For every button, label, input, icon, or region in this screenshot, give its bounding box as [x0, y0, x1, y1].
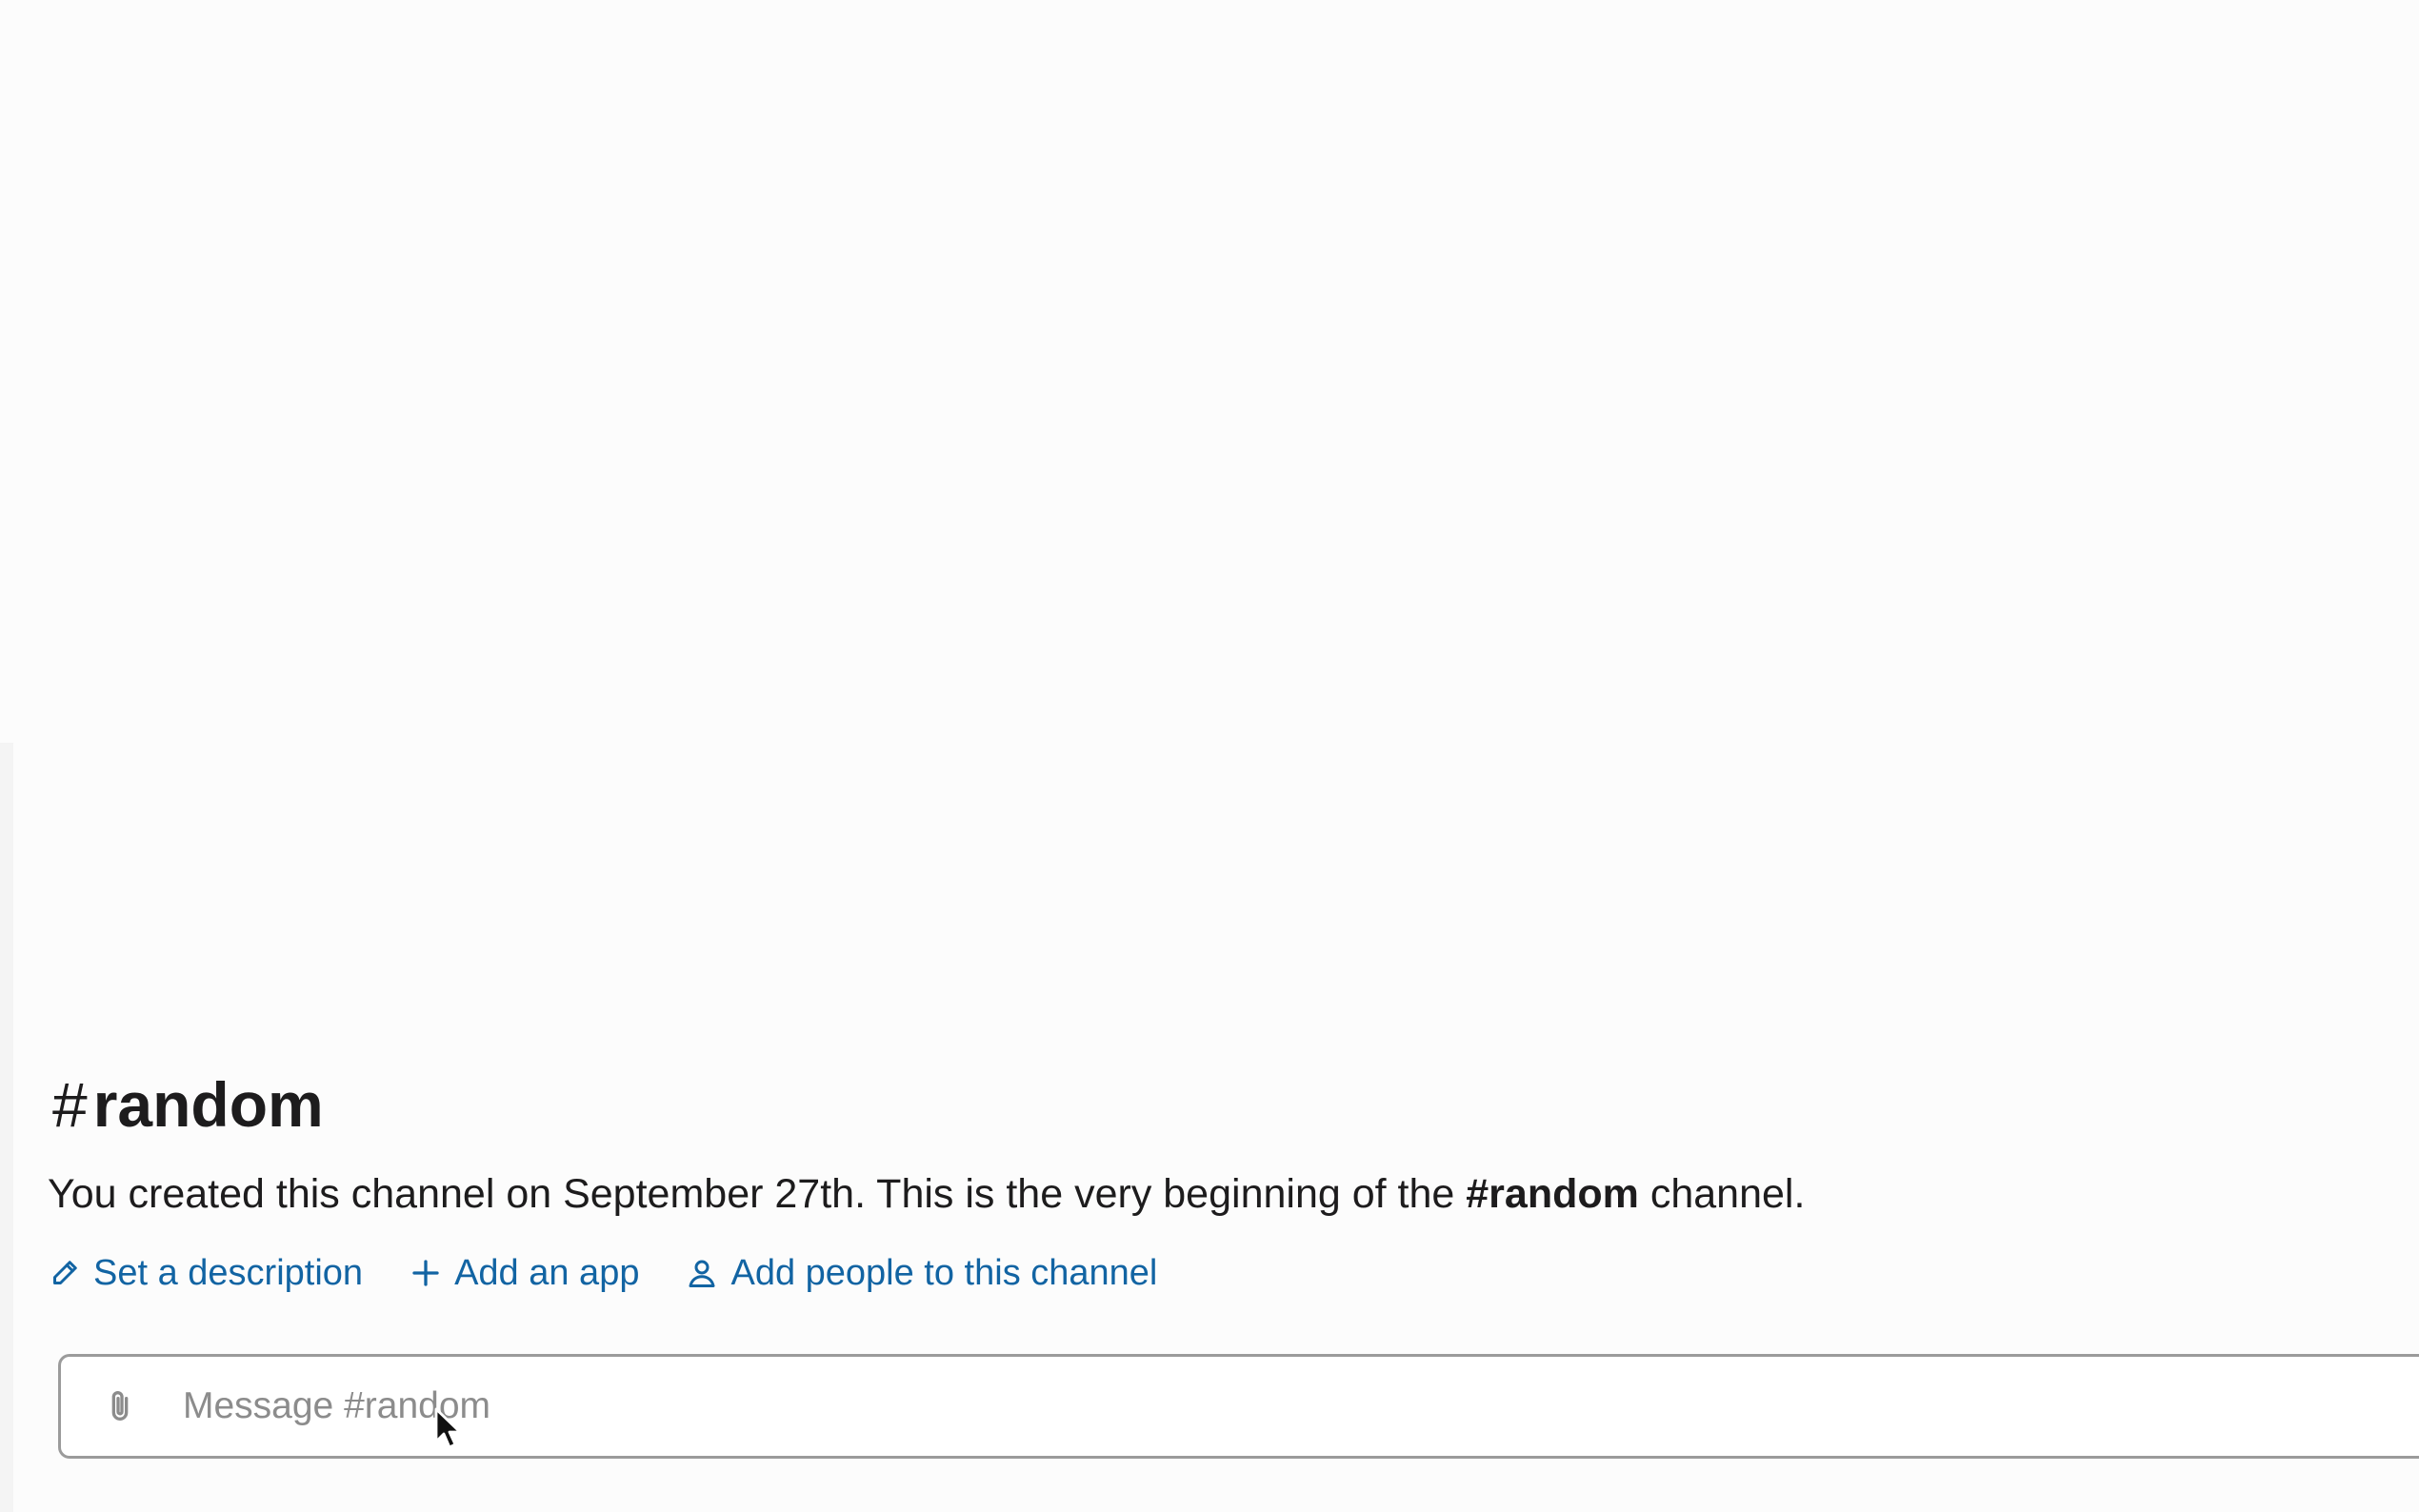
channel-intro-text: You created this channel on September 27… — [48, 1165, 2371, 1223]
attach-button[interactable] — [97, 1383, 143, 1429]
person-icon — [689, 1260, 715, 1287]
message-input[interactable] — [183, 1378, 2088, 1435]
paperclip-icon — [111, 1391, 129, 1421]
left-panel-edge — [0, 743, 13, 1512]
intro-text-start: You created this channel on September 27… — [48, 1171, 1467, 1217]
pencil-icon — [53, 1261, 77, 1284]
channel-view: # random You created this channel on Sep… — [0, 0, 2419, 1512]
add-people-link[interactable]: Add people to this channel — [685, 1249, 1157, 1297]
set-description-link[interactable]: Set a description — [48, 1249, 363, 1297]
channel-hash-symbol: # — [52, 1069, 88, 1140]
channel-intro: # random You created this channel on Sep… — [48, 1064, 2371, 1297]
add-app-link[interactable]: Add an app — [409, 1249, 639, 1297]
add-people-label: Add people to this channel — [730, 1253, 1158, 1293]
channel-name: random — [92, 1069, 324, 1140]
intro-channel-reference: #random — [1466, 1171, 1639, 1217]
add-app-label: Add an app — [454, 1253, 640, 1293]
intro-text-end: channel. — [1638, 1171, 1806, 1217]
set-description-label: Set a description — [93, 1253, 364, 1293]
channel-title: # random — [52, 1064, 2371, 1144]
plus-icon — [412, 1260, 439, 1286]
message-composer — [58, 1354, 2419, 1459]
channel-actions: Set a description Add an app Add people … — [48, 1249, 2371, 1297]
